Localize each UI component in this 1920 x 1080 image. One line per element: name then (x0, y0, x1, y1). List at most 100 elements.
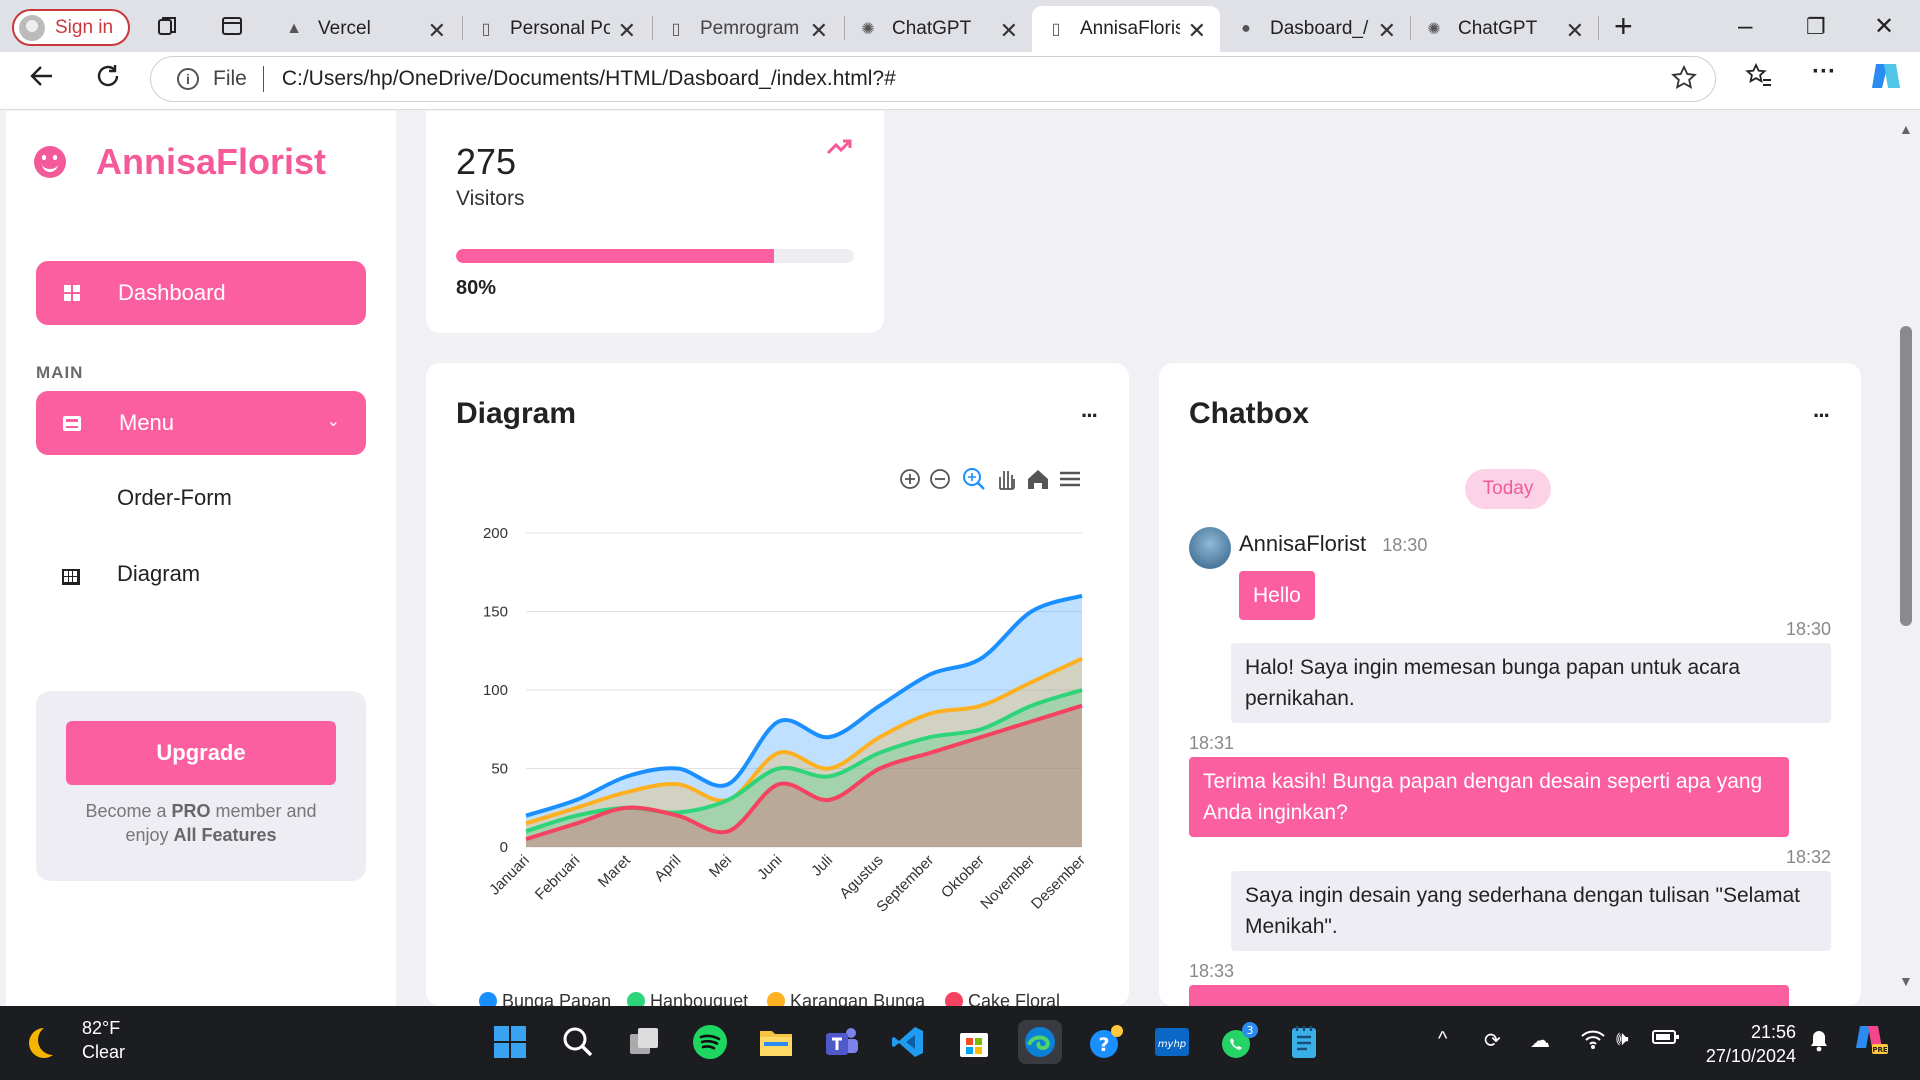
tab-personal-portfolio[interactable]: ▯ Personal Por ✕ (462, 6, 650, 52)
url-divider (262, 66, 264, 92)
back-arrow-icon[interactable] (28, 62, 56, 97)
task-view-icon[interactable] (622, 1020, 666, 1064)
tab-pemrograman[interactable]: ▯ Pemrograma ✕ (652, 6, 842, 52)
chart-toolbar (900, 468, 1080, 490)
zoom-out-icon[interactable] (930, 469, 950, 489)
brand-name: AnnisaFlorist (96, 141, 327, 182)
sidebar-item-order-form[interactable]: Order-Form (117, 485, 232, 511)
close-tab-icon[interactable]: ✕ (1566, 18, 1584, 44)
battery-icon[interactable] (1652, 1028, 1680, 1052)
pan-hand-icon[interactable] (999, 471, 1015, 490)
minimize-icon[interactable]: – (1738, 10, 1752, 41)
whatsapp-icon[interactable]: 3 (1216, 1020, 1260, 1064)
system-clock[interactable]: 21:56 27/10/2024 (1700, 1020, 1796, 1068)
address-toolbar: i File C:/Users/hp/OneDrive/Documents/HT… (0, 52, 1920, 110)
x-tick-label: Juni (754, 852, 785, 883)
notification-bell-icon[interactable] (1808, 1028, 1830, 1058)
workspaces-icon[interactable] (156, 14, 180, 38)
diagram-more-icon[interactable]: ··· (1081, 403, 1099, 429)
url-text[interactable]: C:/Users/hp/OneDrive/Documents/HTML/Dasb… (282, 67, 896, 91)
spotify-icon[interactable] (688, 1020, 732, 1064)
smile-logo-icon (34, 146, 66, 178)
restore-icon[interactable]: ❐ (1806, 14, 1826, 40)
upgrade-button[interactable]: Upgrade (66, 721, 336, 785)
x-tick-label: November (977, 852, 1038, 913)
reset-home-icon[interactable] (1028, 470, 1048, 489)
more-options-icon[interactable]: ··· (1812, 58, 1836, 86)
table-icon (62, 569, 80, 585)
page-scrollbar[interactable]: ▲ ▼ (1890, 111, 1920, 1006)
legend-marker (945, 992, 963, 1006)
avatar (1189, 527, 1231, 569)
page-icon: ▯ (481, 21, 491, 38)
legend-label: Hanbouquet (650, 991, 748, 1006)
notepad-icon[interactable] (1282, 1020, 1326, 1064)
copilot-icon[interactable] (1868, 60, 1904, 99)
onedrive-cloud-icon[interactable]: ☁ (1530, 1028, 1550, 1053)
scroll-down-icon[interactable]: ▼ (1899, 973, 1913, 989)
edge-browser-icon[interactable] (1018, 1020, 1062, 1064)
sidebar: AnnisaFlorist Dashboard MAIN Menu ⌄ Orde… (6, 111, 396, 1006)
search-icon[interactable] (556, 1020, 600, 1064)
tab-actions-icon[interactable] (220, 14, 244, 38)
svg-text:myhp: myhp (1158, 1039, 1186, 1050)
chevron-down-icon: ⌄ (326, 413, 340, 430)
chatgpt-icon: ✺ (861, 21, 875, 38)
info-icon[interactable]: i (177, 68, 199, 90)
close-window-icon[interactable]: ✕ (1874, 12, 1894, 41)
chart-legend: Bunga Papan Hanbouquet Karangan Bunga Cake … (479, 991, 1060, 1006)
scrollbar-thumb[interactable] (1900, 326, 1912, 626)
start-windows-icon[interactable] (488, 1020, 532, 1064)
sign-in-button[interactable]: Sign in (12, 9, 130, 46)
refresh-icon[interactable] (94, 62, 122, 97)
wifi-icon[interactable] (1580, 1028, 1606, 1056)
copilot-pre-icon[interactable]: PRE (1854, 1022, 1890, 1062)
close-tab-icon[interactable]: ✕ (810, 18, 828, 44)
chatbox-more-icon[interactable]: ··· (1813, 403, 1831, 429)
zoom-in-icon[interactable] (900, 469, 920, 489)
sidebar-item-menu[interactable]: Menu ⌄ (36, 391, 366, 455)
show-hidden-icons-icon[interactable]: ^ (1438, 1028, 1447, 1051)
close-tab-icon[interactable]: ✕ (1000, 18, 1018, 44)
close-tab-icon[interactable]: ✕ (428, 18, 446, 44)
sign-in-label: Sign in (55, 16, 114, 38)
favorites-icon[interactable] (1745, 62, 1773, 97)
get-help-icon[interactable]: ? (1084, 1020, 1128, 1064)
sidebar-item-dashboard[interactable]: Dashboard (36, 261, 366, 325)
page-icon: ▯ (671, 21, 681, 38)
diagram-card: Diagram ··· 0 50 100 150 200 Januari Februari… (426, 363, 1129, 1006)
teams-icon[interactable] (820, 1020, 864, 1064)
tab-vercel[interactable]: ▲ Vercel ✕ (270, 6, 460, 52)
upgrade-panel: Upgrade Become a PRO member and enjoy Al… (36, 691, 366, 881)
new-tab-icon[interactable]: + (1614, 8, 1633, 45)
close-tab-icon[interactable]: ✕ (618, 18, 636, 44)
windows-taskbar: 82°F Clear ? myhp 3 ^ ⟳ ☁ � (0, 1006, 1920, 1080)
upgrade-description: Become a PRO member and enjoy All Featur… (36, 799, 366, 847)
tab-annisaflorist-active[interactable]: ▯ AnnisaFlorist ✕ (1032, 6, 1220, 52)
chatgpt-icon: ✺ (1427, 21, 1441, 38)
zoom-selection-icon[interactable] (963, 468, 985, 490)
vscode-icon[interactable] (886, 1020, 930, 1064)
url-field[interactable]: i File C:/Users/hp/OneDrive/Documents/HT… (150, 56, 1716, 102)
close-tab-icon[interactable]: ✕ (1378, 18, 1396, 44)
microsoft-store-icon[interactable] (952, 1020, 996, 1064)
myhp-icon[interactable]: myhp (1150, 1020, 1194, 1064)
weather-widget[interactable]: 82°F Clear (26, 1016, 125, 1064)
sync-icon[interactable]: ⟳ (1484, 1028, 1501, 1053)
visitors-card: 275 Visitors 80% (426, 111, 884, 333)
close-tab-icon[interactable]: ✕ (1188, 18, 1206, 44)
chat-sender: AnnisaFlorist 18:30 (1239, 531, 1427, 557)
upgrade-text: Become a (85, 801, 172, 821)
volume-icon[interactable]: 🕪 (1616, 1028, 1629, 1051)
sidebar-item-diagram[interactable]: Diagram (117, 561, 200, 587)
tab-github-dasboard[interactable]: ● Dasboard_/ ✕ (1222, 6, 1410, 52)
favorite-star-icon[interactable] (1671, 64, 1697, 96)
clock-date: 27/10/2024 (1705, 1046, 1796, 1066)
tab-title: AnnisaFlorist (1080, 18, 1180, 39)
scroll-up-icon[interactable]: ▲ (1899, 121, 1913, 137)
brand[interactable]: AnnisaFlorist (34, 141, 326, 183)
tab-chatgpt[interactable]: ✺ ChatGPT ✕ (844, 6, 1032, 52)
chart-menu-icon[interactable] (1060, 471, 1080, 487)
file-explorer-icon[interactable] (754, 1020, 798, 1064)
tab-chatgpt-2[interactable]: ✺ ChatGPT ✕ (1410, 6, 1598, 52)
